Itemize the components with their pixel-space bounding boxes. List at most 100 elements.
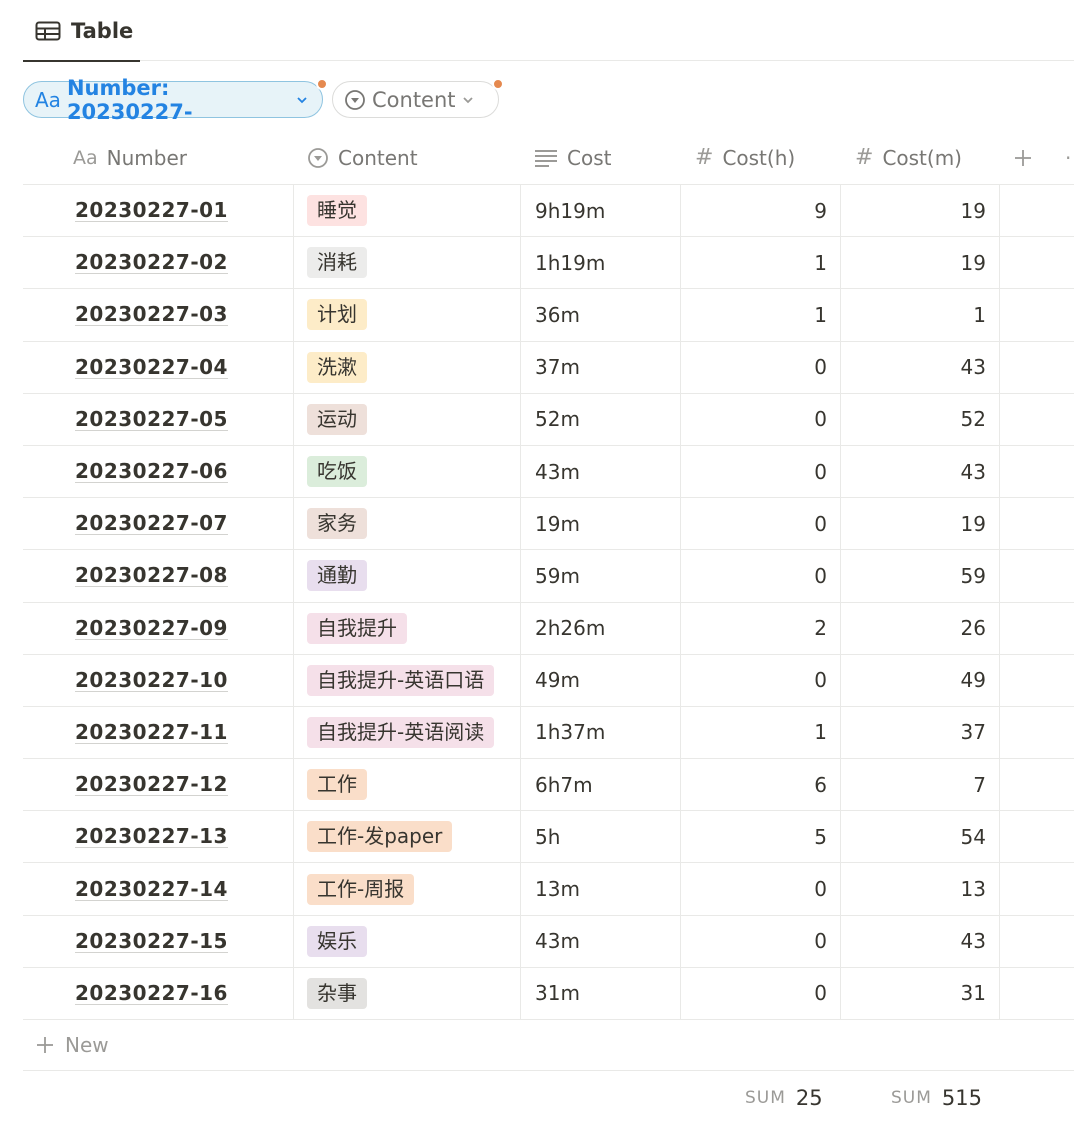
cell-cost[interactable]: 5h: [520, 811, 680, 863]
table-row[interactable]: 20230227-11 自我提升-英语阅读 1h37m 1 37: [23, 706, 1074, 760]
cell-number[interactable]: 20230227-15: [23, 916, 293, 967]
table-row[interactable]: 20230227-14 工作-周报 13m 0 13: [23, 863, 1074, 916]
cell-cost[interactable]: 1h37m: [520, 706, 680, 759]
cell-number[interactable]: 20230227-04: [23, 342, 293, 393]
cell-cost-m[interactable]: 7: [840, 759, 1000, 811]
cell-number[interactable]: 20230227-03: [23, 289, 293, 340]
row-title[interactable]: 20230227-03: [75, 303, 228, 327]
cell-content[interactable]: 自我提升-英语口语: [293, 654, 520, 706]
cell-cost-m[interactable]: 19: [840, 237, 1000, 289]
column-header-cost-m[interactable]: # Cost(m): [855, 130, 962, 185]
filter-chip-number[interactable]: Aa Number: 20230227-: [23, 76, 328, 124]
column-header-cost-h[interactable]: # Cost(h): [695, 130, 795, 185]
cell-cost[interactable]: 49m: [520, 654, 680, 706]
table-row[interactable]: 20230227-01 睡觉 9h19m 9 19: [23, 185, 1074, 238]
row-title[interactable]: 20230227-13: [75, 825, 228, 849]
cell-number[interactable]: 20230227-13: [23, 811, 293, 862]
cell-cost[interactable]: 43m: [520, 445, 680, 498]
cell-number[interactable]: 20230227-11: [23, 707, 293, 758]
cell-cost[interactable]: 1h19m: [520, 237, 680, 289]
table-row[interactable]: 20230227-04 洗漱 37m 0 43: [23, 341, 1074, 394]
cell-cost-h[interactable]: 1: [680, 289, 840, 341]
row-title[interactable]: 20230227-10: [75, 669, 228, 692]
sum-cost-h[interactable]: SUM 25: [745, 1072, 823, 1124]
cell-cost-h[interactable]: 0: [680, 341, 840, 393]
cell-cost[interactable]: 59m: [520, 550, 680, 602]
cell-cost-m[interactable]: 43: [840, 915, 1000, 967]
cell-cost-h[interactable]: 1: [680, 706, 840, 759]
cell-cost-m[interactable]: 19: [840, 185, 1000, 237]
cell-cost-m[interactable]: 59: [840, 550, 1000, 602]
new-row-button[interactable]: New: [23, 1020, 1074, 1071]
cell-cost-m[interactable]: 19: [840, 498, 1000, 550]
cell-cost-m[interactable]: 1: [840, 289, 1000, 341]
cell-cost[interactable]: 43m: [520, 915, 680, 967]
cell-content[interactable]: 工作: [293, 759, 520, 811]
table-row[interactable]: 20230227-07 家务 19m 0 19: [23, 498, 1074, 551]
cell-cost[interactable]: 31m: [520, 967, 680, 1019]
cell-cost-m[interactable]: 43: [840, 445, 1000, 498]
cell-cost-h[interactable]: 0: [680, 863, 840, 915]
row-title[interactable]: 20230227-11: [75, 721, 228, 744]
table-row[interactable]: 20230227-10 自我提升-英语口语 49m 0 49: [23, 654, 1074, 707]
row-title[interactable]: 20230227-15: [75, 930, 228, 953]
cell-content[interactable]: 洗漱: [293, 341, 520, 393]
cell-cost[interactable]: 52m: [520, 393, 680, 445]
cell-cost-m[interactable]: 43: [840, 341, 1000, 393]
cell-cost-h[interactable]: 0: [680, 393, 840, 445]
view-tab-table[interactable]: Table: [23, 0, 140, 62]
cell-cost-h[interactable]: 0: [680, 915, 840, 967]
cell-number[interactable]: 20230227-06: [23, 446, 293, 497]
cell-cost-h[interactable]: 0: [680, 550, 840, 602]
cell-cost[interactable]: 13m: [520, 863, 680, 915]
row-title[interactable]: 20230227-14: [75, 878, 228, 901]
table-row[interactable]: 20230227-06 吃饭 43m 0 43: [23, 445, 1074, 499]
row-title[interactable]: 20230227-02: [75, 251, 228, 275]
cell-number[interactable]: 20230227-16: [23, 968, 293, 1019]
cell-cost-h[interactable]: 2: [680, 602, 840, 654]
sum-cost-m[interactable]: SUM 515: [891, 1072, 982, 1124]
cell-content[interactable]: 自我提升: [293, 602, 520, 654]
column-header-cost[interactable]: Cost: [534, 130, 611, 185]
cell-cost-m[interactable]: 52: [840, 393, 1000, 445]
column-header-content[interactable]: Content: [307, 130, 418, 185]
cell-cost-m[interactable]: 13: [840, 863, 1000, 915]
cell-cost-m[interactable]: 31: [840, 967, 1000, 1019]
table-row[interactable]: 20230227-09 自我提升 2h26m 2 26: [23, 602, 1074, 655]
cell-content[interactable]: 自我提升-英语阅读: [293, 706, 520, 759]
filter-chip-content[interactable]: Content: [332, 78, 504, 118]
row-title[interactable]: 20230227-05: [75, 408, 228, 431]
more-options-button[interactable]: ·: [1065, 130, 1071, 185]
table-row[interactable]: 20230227-12 工作 6h7m 6 7: [23, 759, 1074, 812]
cell-cost-m[interactable]: 37: [840, 706, 1000, 759]
cell-number[interactable]: 20230227-02: [23, 237, 293, 288]
column-header-number[interactable]: Aa Number: [73, 130, 187, 185]
cell-content[interactable]: 运动: [293, 393, 520, 445]
cell-cost-h[interactable]: 9: [680, 185, 840, 237]
cell-cost[interactable]: 6h7m: [520, 759, 680, 811]
cell-cost[interactable]: 37m: [520, 341, 680, 393]
cell-number[interactable]: 20230227-08: [23, 550, 293, 601]
cell-cost-h[interactable]: 1: [680, 237, 840, 289]
cell-number[interactable]: 20230227-10: [23, 655, 293, 706]
cell-cost[interactable]: 9h19m: [520, 185, 680, 237]
table-row[interactable]: 20230227-16 杂事 31m 0 31: [23, 967, 1074, 1020]
cell-cost-h[interactable]: 5: [680, 811, 840, 863]
cell-content[interactable]: 工作-发paper: [293, 811, 520, 863]
cell-number[interactable]: 20230227-14: [23, 863, 293, 914]
cell-content[interactable]: 睡觉: [293, 185, 520, 237]
row-title[interactable]: 20230227-07: [75, 512, 228, 536]
cell-content[interactable]: 计划: [293, 289, 520, 341]
cell-number[interactable]: 20230227-07: [23, 498, 293, 549]
cell-cost-h[interactable]: 0: [680, 445, 840, 498]
cell-content[interactable]: 杂事: [293, 967, 520, 1019]
row-title[interactable]: 20230227-09: [75, 617, 228, 640]
cell-cost-h[interactable]: 0: [680, 967, 840, 1019]
cell-cost[interactable]: 19m: [520, 498, 680, 550]
table-row[interactable]: 20230227-13 工作-发paper 5h 5 54: [23, 811, 1074, 864]
cell-cost-h[interactable]: 6: [680, 759, 840, 811]
table-row[interactable]: 20230227-05 运动 52m 0 52: [23, 393, 1074, 446]
table-row[interactable]: 20230227-02 消耗 1h19m 1 19: [23, 237, 1074, 290]
row-title[interactable]: 20230227-01: [75, 199, 228, 223]
table-row[interactable]: 20230227-08 通勤 59m 0 59: [23, 550, 1074, 603]
